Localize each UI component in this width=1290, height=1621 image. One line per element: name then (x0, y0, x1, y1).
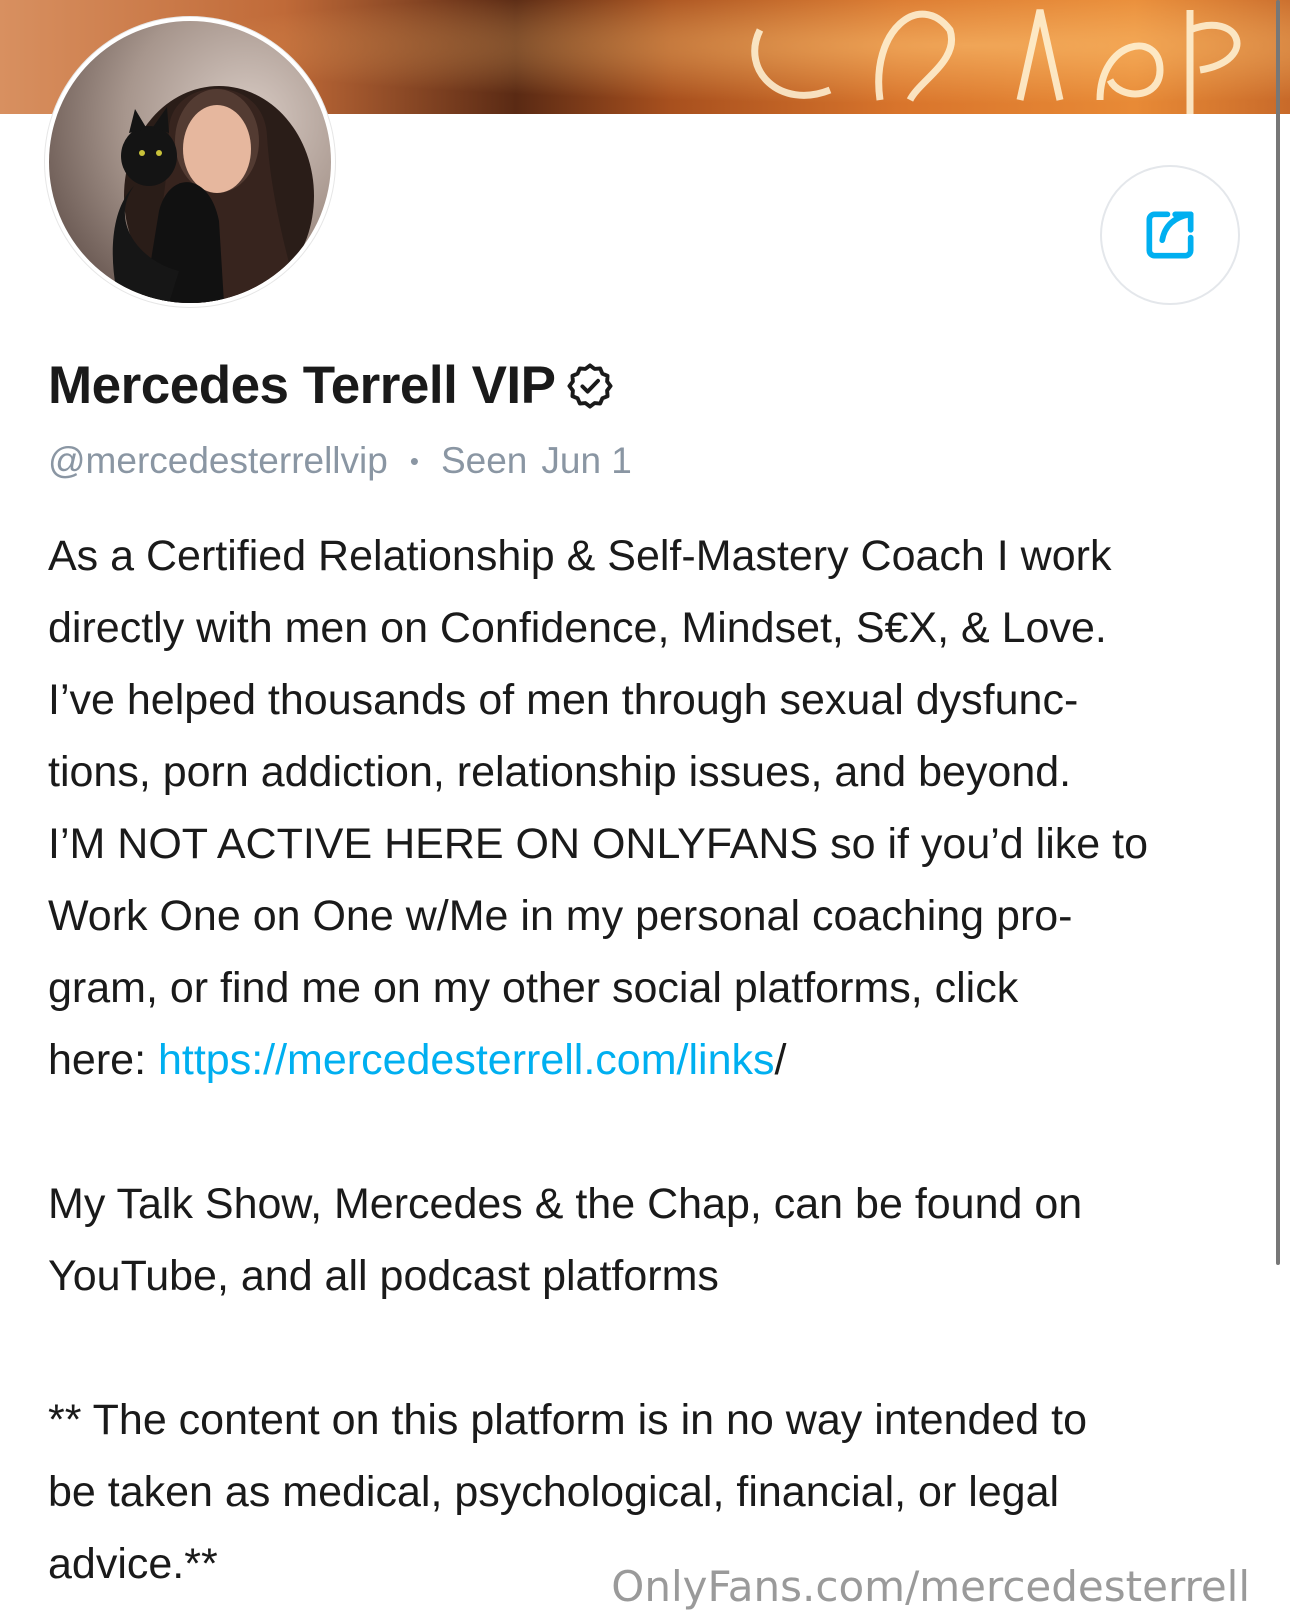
bio-line: tions, porn addiction, relationship issu… (48, 748, 1072, 796)
bio-line: advice.** (48, 1540, 218, 1588)
profile-name-row: Mercedes Terrell VIP (48, 355, 616, 416)
profile-bio: As a Certified Relationship & Self-Maste… (48, 520, 1248, 1600)
bio-line: YouTube, and all podcast platforms (48, 1252, 719, 1300)
avatar[interactable] (45, 17, 335, 307)
page-scrollbar[interactable] (1276, 0, 1280, 1265)
bio-line: directly with men on Confidence, Mindset… (48, 604, 1107, 652)
watermark: OnlyFans.com/mercedesterrell (611, 1562, 1250, 1611)
verified-badge-icon (566, 362, 613, 409)
share-icon (1146, 211, 1194, 259)
last-seen-date: Jun 1 (541, 440, 632, 481)
bio-paragraph-2: My Talk Show, Mercedes & the Chap, can b… (48, 1168, 1248, 1312)
bio-line: I’ve helped thousands of men through sex… (48, 676, 1079, 724)
bio-line: Work One on One w/Me in my personal coac… (48, 892, 1073, 940)
bio-line: be taken as medical, psychological, fina… (48, 1468, 1060, 1516)
profile-meta-row: @mercedesterrellvip • Seen Jun 1 (48, 440, 632, 482)
bio-link-suffix: / (774, 1036, 787, 1084)
bio-line: As a Certified Relationship & Self-Maste… (48, 532, 1112, 580)
bio-link[interactable]: https://mercedesterrell.com/links (158, 1036, 775, 1084)
cover-neon-sign (751, 9, 1241, 114)
share-button[interactable] (1100, 165, 1240, 305)
bio-line: ** The content on this platform is in no… (48, 1396, 1087, 1444)
bio-line: gram, or find me on my other social plat… (48, 964, 1019, 1012)
last-seen-label: Seen (440, 440, 528, 481)
bio-line: My Talk Show, Mercedes & the Chap, can b… (48, 1180, 1083, 1228)
bio-line: I’M NOT ACTIVE HERE ON ONLYFANS so if yo… (48, 820, 1148, 868)
avatar-photo (49, 21, 331, 303)
profile-name: Mercedes Terrell VIP (48, 356, 556, 415)
bio-link-prefix: here: (48, 1036, 158, 1084)
meta-separator: • (409, 445, 419, 476)
profile-handle[interactable]: @mercedesterrellvip (48, 440, 388, 482)
bio-paragraph-1: As a Certified Relationship & Self-Maste… (48, 520, 1248, 1096)
